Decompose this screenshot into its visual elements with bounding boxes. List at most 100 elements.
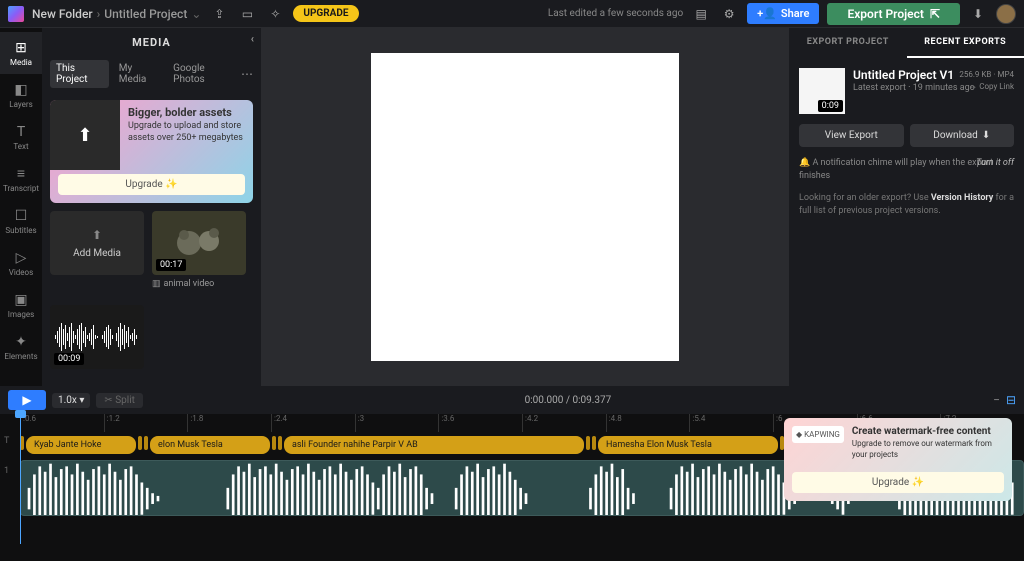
view-export-button[interactable]: View Export	[799, 124, 904, 147]
clip-handle[interactable]	[138, 436, 142, 450]
videos-icon: ▷	[13, 250, 29, 266]
export-panel: EXPORT PROJECT RECENT EXPORTS 0:09 Untit…	[788, 28, 1024, 386]
split-button[interactable]: ✂ Split	[96, 393, 143, 408]
layers-icon: ◧	[13, 82, 29, 98]
track-label: T	[4, 436, 9, 446]
transcript-icon: ≡	[13, 166, 29, 182]
version-history-link[interactable]: Version History	[931, 193, 993, 203]
track-label: 1	[4, 466, 9, 476]
images-icon: ▣	[13, 292, 29, 308]
subtitle-clip[interactable]: Hamesha Elon Musk Tesla	[598, 436, 778, 454]
ruler-mark: :2.4	[271, 414, 355, 432]
download-export-button[interactable]: Download⬇	[910, 124, 1015, 147]
play-button[interactable]: ▶	[8, 390, 46, 410]
media-panel: MEDIA ‹ This ProjectMy MediaGoogle Photo…	[42, 28, 262, 386]
brand-badge: ◆KAPWING	[792, 426, 844, 443]
more-icon[interactable]: ⋯	[241, 67, 253, 81]
zoom-out-icon[interactable]: −	[993, 393, 1000, 407]
rail-item-transcript[interactable]: ≡Transcript	[0, 158, 42, 200]
breadcrumb-folder[interactable]: New Folder	[32, 7, 93, 21]
promo-subtitle: Upgrade to upload and store assets over …	[128, 121, 245, 144]
collapse-panel-icon[interactable]: ‹	[251, 32, 255, 45]
person-add-icon: +👤	[757, 7, 777, 20]
export-thumbnail[interactable]: 0:09	[799, 68, 845, 114]
share-button[interactable]: +👤Share	[747, 3, 819, 24]
rail-item-media[interactable]: ⊞Media	[0, 32, 42, 74]
add-media-button[interactable]: ⬆ Add Media	[50, 211, 144, 289]
export-project-button[interactable]: Export Project⇱	[827, 3, 960, 25]
clip-handle[interactable]	[592, 436, 596, 450]
rail-item-text[interactable]: TText	[0, 116, 42, 158]
ruler-mark: :1.2	[104, 414, 188, 432]
watermark-promo-card: ◆KAPWING Create watermark-free content U…	[784, 418, 1012, 501]
app-logo[interactable]	[8, 6, 24, 22]
bulb-icon[interactable]: ✧	[265, 4, 285, 24]
avatar[interactable]	[996, 4, 1016, 24]
timecode: 0:00.000 / 0:09.377	[149, 395, 987, 406]
clip-handle[interactable]	[272, 436, 276, 450]
upgrade-pill[interactable]: UPGRADE	[293, 5, 358, 22]
turn-off-chime-button[interactable]: Turn it off	[976, 157, 1014, 170]
ruler-mark: :4.8	[606, 414, 690, 432]
promo-subtitle: Upgrade to remove our watermark from you…	[852, 439, 1004, 460]
brand-icon: ◆	[796, 430, 802, 439]
ruler-mark: :3.6	[438, 414, 522, 432]
subtitle-clip[interactable]: elon Musk Tesla	[150, 436, 270, 454]
ruler-mark: :4.2	[522, 414, 606, 432]
rail-item-videos[interactable]: ▷Videos	[0, 242, 42, 284]
clip-handle[interactable]	[144, 436, 148, 450]
promo-title: Create watermark-free content	[852, 426, 1004, 437]
bell-icon: 🔔	[799, 158, 810, 168]
export-icon: ⇱	[930, 7, 940, 21]
media-tab-google-photos[interactable]: Google Photos	[167, 60, 237, 88]
upload-icon[interactable]: ⇪	[209, 4, 229, 24]
export-size-label: 256.9 KB · MP4	[959, 70, 1014, 79]
subtitles-icon: ☐	[13, 208, 29, 224]
rail-item-elements[interactable]: ✦Elements	[0, 326, 42, 368]
rail-item-images[interactable]: ▣Images	[0, 284, 42, 326]
promo-upgrade-button[interactable]: Upgrade ✨	[792, 472, 1004, 493]
left-rail: ⊞Media◧LayersTText≡Transcript☐Subtitles▷…	[0, 28, 42, 386]
promo-upgrade-button[interactable]: Upgrade ✨	[58, 174, 245, 195]
copy-link-button[interactable]: ⇔ Copy Link	[969, 82, 1014, 91]
playhead[interactable]	[20, 414, 21, 544]
playback-speed-select[interactable]: 1.0x ▾	[52, 393, 90, 408]
download-icon[interactable]: ⬇	[968, 4, 988, 24]
chat-icon[interactable]: ▤	[691, 4, 711, 24]
chevron-right-icon: ›	[97, 7, 101, 21]
breadcrumb: New Folder › Untitled Project ⌄	[32, 7, 201, 21]
canvas[interactable]	[371, 53, 679, 361]
media-tabs: This ProjectMy MediaGoogle Photos ⋯	[42, 56, 261, 92]
comment-icon[interactable]: ▭	[237, 4, 257, 24]
tab-export-project[interactable]: EXPORT PROJECT	[789, 28, 907, 58]
duration-badge: 00:09	[54, 353, 84, 365]
koala-thumb-icon	[169, 223, 229, 263]
upgrade-promo-card: ⬆ Bigger, bolder assets Upgrade to uploa…	[50, 100, 253, 203]
rail-item-layers[interactable]: ◧Layers	[0, 74, 42, 116]
media-item[interactable]: 00:17 ▥animal video	[152, 211, 246, 289]
upload-icon: ⬆	[92, 228, 102, 242]
tab-recent-exports[interactable]: RECENT EXPORTS	[907, 28, 1024, 58]
subtitle-clip[interactable]: asli Founder nahihe Parpir V AB	[284, 436, 584, 454]
download-icon: ⬇	[982, 130, 990, 141]
promo-title: Bigger, bolder assets	[128, 106, 245, 119]
rail-item-subtitles[interactable]: ☐Subtitles	[0, 200, 42, 242]
settings-icon[interactable]: ⚙	[719, 4, 739, 24]
project-name[interactable]: Untitled Project	[104, 7, 187, 21]
ruler-mark: :1.8	[187, 414, 271, 432]
media-item[interactable]: 00:09	[50, 297, 144, 369]
timeline-zoom-icon[interactable]: ⊟	[1006, 393, 1016, 407]
media-label: ▥animal video	[152, 279, 246, 289]
text-icon: T	[13, 124, 29, 140]
clip-handle[interactable]	[278, 436, 282, 450]
media-icon: ⊞	[13, 40, 29, 56]
media-tab-my-media[interactable]: My Media	[113, 60, 163, 88]
export-item: 0:09 Untitled Project V1 Latest export ·…	[789, 58, 1024, 124]
ruler-mark: :5.4	[689, 414, 773, 432]
canvas-area	[262, 28, 788, 386]
chime-note: 🔔 A notification chime will play when th…	[789, 147, 1024, 192]
media-tab-this-project[interactable]: This Project	[50, 60, 109, 88]
subtitle-clip[interactable]: Kyab Jante Hoke	[26, 436, 136, 454]
chevron-down-icon[interactable]: ⌄	[191, 7, 201, 21]
clip-handle[interactable]	[586, 436, 590, 450]
